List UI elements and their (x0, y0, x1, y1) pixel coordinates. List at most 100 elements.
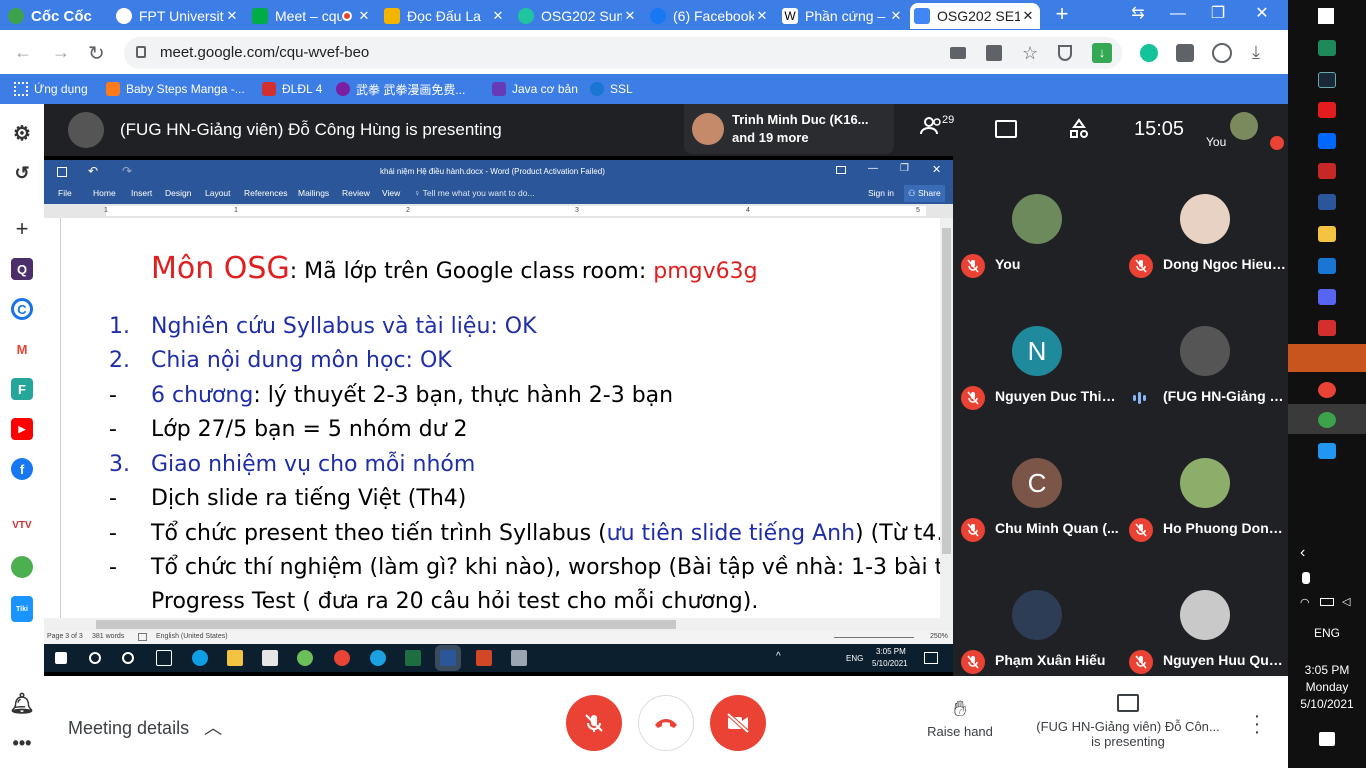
folder-icon[interactable] (1318, 226, 1336, 242)
ribbon-tab-home[interactable]: Home (93, 188, 116, 198)
history-icon[interactable]: ↺ (11, 162, 33, 184)
excel-icon[interactable] (405, 650, 421, 666)
zoom-slider[interactable] (834, 637, 914, 638)
proofing-icon[interactable] (138, 633, 147, 641)
chrome-icon[interactable] (334, 650, 350, 666)
garena-icon[interactable] (1288, 344, 1366, 372)
pdf-icon[interactable] (1318, 163, 1336, 179)
participant-tile[interactable]: Nguyen Huu Quy... (1121, 552, 1289, 682)
ribbon-tab-mailings[interactable]: Mailings (298, 188, 329, 198)
minimize-button[interactable]: — (1158, 2, 1198, 26)
windows-start-icon[interactable] (1318, 8, 1334, 24)
star-icon[interactable]: ☆ (1022, 37, 1038, 69)
vpn-icon[interactable] (1318, 258, 1336, 274)
task-view-icon[interactable] (156, 650, 172, 666)
leave-call-button[interactable] (638, 695, 694, 751)
tell-me-box[interactable]: ♀ Tell me what you want to do... (414, 188, 535, 198)
word-undo-icon[interactable]: ↶ (88, 164, 98, 178)
close-icon[interactable]: ✕ (356, 8, 372, 24)
download-icon[interactable]: ↓ (1092, 43, 1112, 63)
search-icon[interactable] (89, 652, 101, 664)
facebook-icon[interactable]: f (11, 458, 33, 480)
tab-meet[interactable]: Meet – cqu-wvef-beo ✕ (248, 3, 376, 29)
taskbar-app-1-icon[interactable] (1318, 40, 1336, 56)
clock[interactable]: 3:05 PM Monday 5/10/2021 (1288, 662, 1366, 713)
tab-fpt-university[interactable]: FPT University ✕ (112, 3, 244, 29)
close-icon[interactable]: ✕ (622, 8, 638, 24)
vtv-icon[interactable]: VTV (11, 514, 33, 536)
scroll-thumb[interactable] (942, 228, 951, 554)
participant-tile[interactable]: N Nguyen Duc Thin... (953, 288, 1121, 418)
close-icon[interactable]: ✕ (1020, 8, 1036, 24)
ribbon-tab-file[interactable]: File (58, 188, 72, 198)
ribbon-tab-design[interactable]: Design (165, 188, 191, 198)
share-button[interactable]: ⚇ Share (904, 185, 945, 202)
coccoc-app-icon[interactable]: C (11, 298, 33, 320)
tab-osg202-se1[interactable]: OSG202 SE1 ✕ (910, 3, 1040, 29)
activities-icon[interactable] (1068, 118, 1090, 140)
ribbon-tab-references[interactable]: References (244, 188, 287, 198)
word-vertical-scrollbar[interactable] (940, 218, 953, 631)
close-window-button[interactable]: ✕ (1242, 2, 1282, 26)
raise-hand-button[interactable]: ✋︎ Raise hand (924, 696, 996, 739)
powerpoint-icon[interactable] (476, 650, 492, 666)
tab-search-icon[interactable]: ⇆ (1118, 2, 1158, 26)
tray-chevron-icon[interactable]: ^ (776, 651, 781, 662)
ribbon-tab-insert[interactable]: Insert (131, 188, 152, 198)
bookmark-dldl4[interactable]: ĐLĐL 4 (262, 80, 322, 98)
notification-bell-icon[interactable]: 🔔︎ (9, 692, 34, 715)
action-center-icon[interactable] (1319, 732, 1335, 746)
bookmark-apps[interactable]: Ứng dụng (14, 80, 88, 98)
word-tray-icon[interactable] (1318, 194, 1336, 210)
notification-icon[interactable] (924, 652, 938, 664)
new-tab-button[interactable]: + (1042, 2, 1082, 26)
meeting-details-button[interactable]: Meeting details ︿ (68, 714, 222, 740)
bookmark-ssl[interactable]: SSL (590, 80, 633, 98)
reload-button[interactable]: ↻ (88, 41, 105, 66)
discord-icon[interactable] (1318, 289, 1336, 305)
tab-facebook[interactable]: (6) Facebook ✕ (646, 3, 774, 29)
translate-icon[interactable] (986, 45, 1002, 61)
lang-indicator[interactable]: ENG (1314, 626, 1340, 640)
youtube-icon[interactable]: ▶ (11, 418, 33, 440)
word-horizontal-scrollbar[interactable] (44, 618, 940, 631)
participant-tile[interactable]: Dong Ngoc Hieu ... (1121, 156, 1289, 286)
tray-chevron-left-icon[interactable]: ‹ (1300, 544, 1305, 562)
close-icon[interactable]: ✕ (754, 8, 770, 24)
close-icon[interactable]: ✕ (224, 8, 240, 24)
more-icon[interactable]: ••• (11, 732, 33, 754)
extensions-icon[interactable] (1176, 44, 1194, 62)
people-button[interactable]: 29 (920, 114, 956, 144)
tiki-icon[interactable]: Tiki (11, 596, 33, 622)
coccoc-tray-icon[interactable] (1318, 412, 1336, 428)
address-bar[interactable]: meet.google.com/cqu-wvef-beo ☆ ↓ (124, 37, 1122, 69)
document-page[interactable]: Môn OSG: Mã lớp trên Google class room: … (60, 218, 940, 631)
ribbon-display-icon[interactable] (836, 166, 846, 174)
steam-icon[interactable] (1318, 72, 1336, 88)
participant-tile[interactable]: Ho Phuong Dong... (1121, 420, 1289, 550)
network-app-icon[interactable] (511, 650, 527, 666)
restore-button[interactable]: ❐ (1198, 2, 1238, 26)
ie-icon[interactable] (370, 650, 386, 666)
close-icon[interactable]: ✕ (490, 8, 506, 24)
mic-toggle-button[interactable] (566, 695, 622, 751)
app-cube-icon[interactable] (1318, 443, 1336, 459)
sign-in-link[interactable]: Sign in (868, 188, 894, 198)
ribbon-tab-layout[interactable]: Layout (205, 188, 231, 198)
start-icon[interactable] (55, 652, 67, 664)
participant-tile[interactable]: C Chu Minh Quan (... (953, 420, 1121, 550)
more-options-icon[interactable]: · · · (1252, 706, 1262, 742)
vpn-red-icon[interactable] (1318, 320, 1336, 336)
word-save-icon[interactable] (57, 167, 67, 177)
ribbon-tab-view[interactable]: View (382, 188, 400, 198)
word-close-button[interactable]: ✕ (932, 163, 941, 176)
add-icon[interactable]: + (11, 216, 33, 241)
volume-icon[interactable]: ◁ (1342, 595, 1350, 608)
participant-tile[interactable]: You (953, 156, 1121, 286)
participant-tile[interactable]: (FUG HN-Giảng v... (1121, 288, 1289, 418)
grammarly-icon[interactable] (1140, 44, 1158, 62)
wifi-icon[interactable]: ◠ (1300, 596, 1310, 609)
settings-icon[interactable]: ⚙ (11, 122, 33, 145)
participant-tile[interactable]: Phạm Xuân Hiếu (953, 552, 1121, 682)
downloads-icon[interactable]: ⤓ (1252, 42, 1260, 63)
